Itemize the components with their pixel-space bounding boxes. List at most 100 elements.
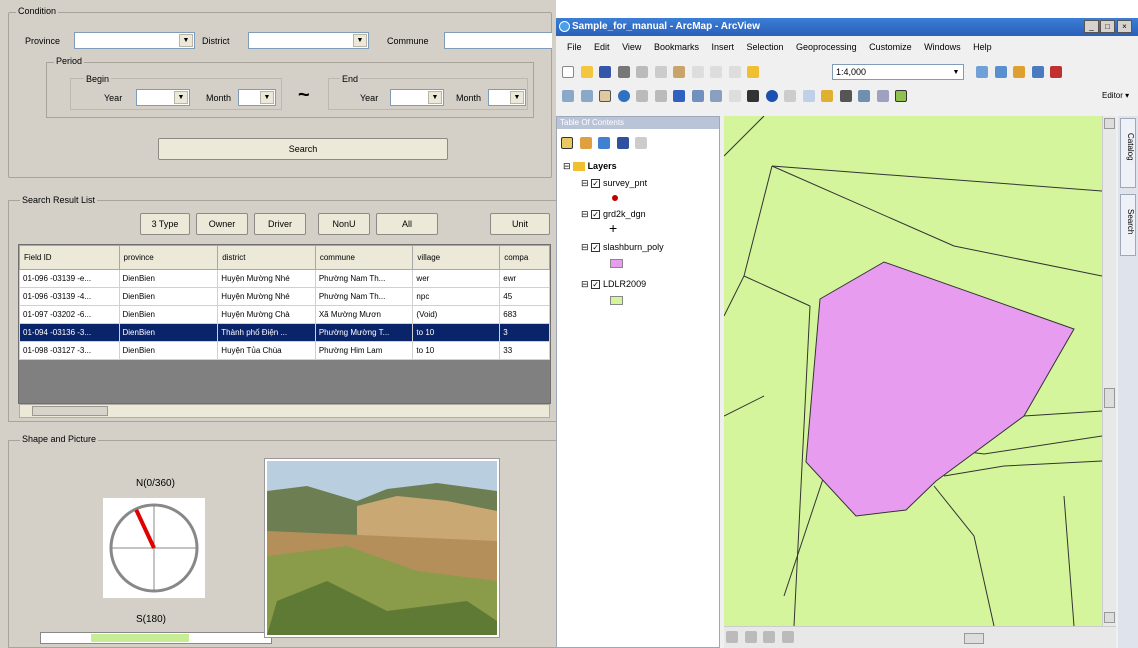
table-cell[interactable]: Huyện Tủa Chùa	[217, 341, 316, 360]
menu-help[interactable]: Help	[973, 42, 992, 52]
map-canvas[interactable]	[724, 116, 1102, 626]
table-cell[interactable]: Huyện Mường Nhé	[217, 287, 316, 306]
print-icon[interactable]	[617, 66, 630, 78]
editor-toolbar-icon[interactable]	[976, 66, 988, 78]
chevron-down-icon[interactable]: ▼	[353, 34, 367, 47]
measure-icon[interactable]	[821, 90, 834, 102]
table-cell[interactable]: Phường Mường T...	[314, 323, 414, 342]
scroll-up-button[interactable]	[1104, 118, 1115, 129]
col-province[interactable]: province	[118, 245, 219, 270]
checkbox-icon[interactable]: ✓	[591, 243, 601, 253]
menu-edit[interactable]: Edit	[594, 42, 610, 52]
toc-icon[interactable]	[994, 66, 1007, 78]
table-row[interactable]: 01-096 -03139 -4... DienBien Huyện Mường N…	[19, 287, 550, 306]
commune-combo[interactable]	[444, 32, 552, 49]
fixed-zoom-out-icon[interactable]	[654, 90, 667, 102]
catalog-icon[interactable]	[1013, 66, 1026, 78]
end-year-combo[interactable]: ▼	[390, 89, 444, 106]
table-cell[interactable]: 45	[499, 287, 550, 306]
table-cell[interactable]: 3	[499, 323, 550, 342]
begin-month-combo[interactable]: ▼	[238, 89, 276, 106]
minimize-button[interactable]: _	[1084, 20, 1099, 33]
hyperlink-icon[interactable]	[784, 90, 797, 102]
table-cell[interactable]: (Void)	[412, 305, 501, 324]
table-row[interactable]: 01-098 -03127 -3... DienBien Huyện Tủa Chù…	[19, 341, 550, 360]
redo-icon[interactable]	[728, 66, 741, 78]
pause-icon[interactable]	[781, 631, 794, 643]
hscroll-thumb[interactable]	[964, 633, 984, 644]
layer-slashburn-poly[interactable]: ⊟ ✓ slashburn_poly	[581, 242, 664, 253]
select-features-icon[interactable]	[710, 90, 723, 102]
province-combo[interactable]: ▼	[74, 32, 195, 49]
table-cell[interactable]: DienBien	[118, 323, 219, 342]
find-icon[interactable]	[839, 90, 852, 102]
col-commune[interactable]: commune	[314, 245, 414, 270]
catalog-tab[interactable]: Catalog	[1120, 118, 1136, 188]
list-by-selection-icon[interactable]	[616, 137, 629, 149]
search-button[interactable]: Search	[158, 138, 448, 160]
full-extent-icon[interactable]	[617, 90, 630, 102]
layer-ldlr2009[interactable]: ⊟ ✓ LDLR2009	[581, 279, 646, 290]
paste-icon[interactable]	[673, 66, 686, 78]
table-cell[interactable]: 01-096 -03139 -e...	[19, 269, 120, 288]
checkbox-icon[interactable]: ✓	[591, 280, 601, 290]
chevron-down-icon[interactable]: ▼	[174, 91, 188, 104]
table-cell[interactable]: to 10	[412, 323, 501, 342]
filter-owner-button[interactable]: Owner	[196, 213, 248, 235]
layers-group[interactable]: ⊟ Layers	[563, 161, 617, 172]
slashburn-polygon[interactable]	[805, 261, 1075, 517]
table-cell[interactable]: ewr	[499, 269, 550, 288]
table-cell[interactable]: Xã Mường Mươn	[314, 305, 414, 324]
time-slider-icon[interactable]	[895, 90, 908, 102]
menu-insert[interactable]: Insert	[711, 42, 734, 52]
map-vscrollbar[interactable]	[1102, 116, 1116, 626]
col-company[interactable]: compa	[499, 245, 550, 270]
result-grid[interactable]: Field ID province district commune villa…	[18, 244, 551, 404]
filter-all-button[interactable]: All	[376, 213, 438, 235]
chevron-down-icon[interactable]: ▼	[510, 91, 524, 104]
checkbox-icon[interactable]: ✓	[591, 179, 601, 189]
table-cell[interactable]: DienBien	[118, 287, 219, 306]
table-cell[interactable]: Phường Him Lam	[314, 341, 414, 360]
filter-unit-button[interactable]: Unit	[490, 213, 550, 235]
checkbox-icon[interactable]: ✓	[591, 210, 601, 220]
scroll-down-button[interactable]	[1104, 612, 1115, 623]
list-by-source-icon[interactable]	[579, 137, 592, 149]
refresh-icon[interactable]	[763, 631, 776, 643]
options-icon[interactable]	[635, 137, 648, 149]
begin-year-combo[interactable]: ▼	[136, 89, 190, 106]
select-elements-icon[interactable]	[747, 90, 760, 102]
open-folder-icon[interactable]	[580, 66, 593, 78]
html-popup-icon[interactable]	[802, 90, 815, 102]
table-cell[interactable]: 01-097 -03202 -6...	[19, 305, 120, 324]
table-cell[interactable]: Thành phố Điện ...	[217, 323, 316, 342]
table-row[interactable]: 01-097 -03202 -6... DienBien Huyện Mường C…	[19, 305, 550, 324]
identify-icon[interactable]	[765, 90, 778, 102]
pan-icon[interactable]	[599, 90, 612, 102]
table-cell[interactable]: Phường Nam Th...	[314, 287, 414, 306]
chevron-down-icon[interactable]: ▼	[179, 34, 193, 47]
layer-survey-pnt[interactable]: ⊟ ✓ survey_pnt	[581, 178, 647, 189]
zoom-in-icon[interactable]	[562, 90, 574, 102]
district-combo[interactable]: ▼	[248, 32, 369, 49]
new-doc-icon[interactable]	[562, 66, 574, 78]
chevron-down-icon[interactable]: ▼	[260, 91, 274, 104]
filter-driver-button[interactable]: Driver	[254, 213, 306, 235]
grid-hscrollbar[interactable]	[19, 404, 550, 418]
menu-bookmarks[interactable]: Bookmarks	[654, 42, 699, 52]
menu-view[interactable]: View	[622, 42, 641, 52]
save-icon[interactable]	[599, 66, 612, 78]
table-cell[interactable]: 683	[499, 305, 550, 324]
layout-view-icon[interactable]	[744, 631, 757, 643]
close-button[interactable]: ×	[1117, 20, 1132, 33]
filter-nonu-button[interactable]: NonU	[318, 213, 370, 235]
delete-icon[interactable]	[691, 66, 704, 78]
vscroll-thumb[interactable]	[1104, 388, 1115, 408]
menu-selection[interactable]: Selection	[747, 42, 784, 52]
find-route-icon[interactable]	[858, 90, 871, 102]
maximize-button[interactable]: □	[1100, 20, 1115, 33]
clear-selection-icon[interactable]	[728, 90, 741, 102]
arctoolbox-icon[interactable]	[1050, 66, 1063, 78]
search-tab[interactable]: Search	[1120, 194, 1136, 256]
zoom-out-icon[interactable]	[580, 90, 593, 102]
